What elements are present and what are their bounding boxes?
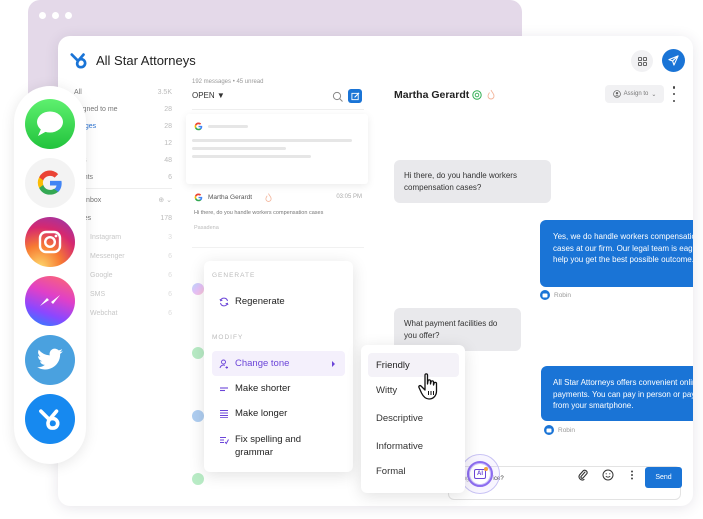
conversation-card-loading[interactable] (186, 114, 368, 184)
smart-inbox-controls[interactable]: ⊕ ⌄ (158, 196, 172, 204)
list-divider (192, 109, 364, 110)
skeleton-line (192, 155, 311, 158)
google-icon (194, 193, 203, 202)
ai-assist-menu: GENERATE Regenerate MODIFY Change tone M… (204, 261, 353, 472)
birdeye-logo-icon (70, 53, 87, 69)
compose-button[interactable] (348, 89, 362, 103)
tone-icon (219, 359, 229, 369)
skeleton-line (208, 125, 248, 128)
send-nav-button[interactable] (662, 49, 685, 72)
submenu-arrow-icon (332, 360, 335, 367)
message-count: 192 messages • 45 unread (192, 79, 264, 85)
contact-name: Martha Gerardt (394, 89, 470, 101)
message-sender: Robin (540, 290, 571, 300)
verified-contact-icon (472, 90, 482, 100)
social-channels-rail (14, 86, 86, 464)
short-text-icon (219, 384, 229, 394)
status-filter-dropdown[interactable]: OPEN ▼ (192, 91, 225, 100)
conversation-location: Pasadena (194, 225, 219, 231)
imessage-channel-icon[interactable] (25, 99, 75, 149)
compose-icon (350, 92, 359, 100)
tone-submenu: Friendly Witty Descriptive Informative F… (361, 345, 465, 493)
message-bubble-incoming: Hi there, do you handle workers compensa… (394, 160, 551, 203)
message-bubble-outgoing: All Star Attorneys offers convenient onl… (541, 366, 693, 421)
flame-icon (265, 193, 272, 202)
more-options-icon[interactable] (671, 86, 677, 102)
sidebar-item-assigned[interactable]: ssigned to me 28 (74, 101, 172, 117)
user-icon (612, 90, 621, 98)
hand-pointer-cursor-icon (418, 373, 438, 400)
sidebar-item-sms[interactable]: SMS 6 (90, 286, 172, 302)
paper-plane-icon (668, 55, 679, 66)
google-channel-icon[interactable] (25, 158, 75, 208)
grid-icon (637, 56, 647, 66)
birdeye-icon (192, 410, 204, 422)
birdeye-channel-icon[interactable] (25, 394, 75, 444)
attachment-icon[interactable] (576, 468, 590, 482)
modify-section-header: MODIFY (212, 334, 244, 341)
change-tone-menu-item[interactable]: Change tone (212, 351, 345, 376)
skeleton-line (192, 139, 352, 142)
google-icon (194, 122, 203, 131)
messenger-icon (192, 283, 204, 295)
fix-spelling-menu-item[interactable]: Fix spelling and grammar (212, 431, 322, 465)
regenerate-menu-item[interactable]: Regenerate (212, 289, 345, 314)
tone-option-formal[interactable]: Formal (368, 459, 459, 483)
chevron-down-icon: ⌄ (651, 91, 657, 98)
search-icon[interactable] (332, 91, 344, 103)
apps-grid-button[interactable] (631, 50, 653, 72)
sidebar-item-payments[interactable]: ments6 (74, 169, 172, 185)
imessage-icon (192, 347, 204, 359)
make-longer-menu-item[interactable]: Make longer (212, 401, 345, 426)
assign-to-dropdown[interactable]: Assign to ⌄ (605, 85, 664, 103)
instagram-channel-icon[interactable] (25, 217, 75, 267)
skeleton-line (192, 147, 286, 150)
ai-icon: AI (474, 467, 488, 479)
sidebar-item-leads[interactable]: ds12 (74, 135, 172, 151)
flame-icon (487, 89, 495, 100)
tone-option-descriptive[interactable]: Descriptive (368, 406, 459, 430)
app-title: All Star Attorneys (96, 53, 196, 68)
sidebar-item-all[interactable]: All 3.5K (74, 84, 172, 100)
emoji-icon[interactable] (601, 468, 615, 482)
assign-to-label: Assign to (623, 91, 649, 97)
make-shorter-menu-item[interactable]: Make shorter (212, 376, 345, 401)
generate-section-header: GENERATE (212, 272, 256, 279)
refresh-icon (219, 297, 229, 307)
bot-avatar-icon (544, 425, 554, 435)
sidebar-item-reviews[interactable]: ews48 (74, 152, 172, 168)
sidebar-item-instagram[interactable]: Instagram 3 (90, 229, 172, 245)
spellcheck-icon (219, 435, 229, 445)
conversation-item[interactable]: Martha Gerardt 03:05 PM Hi there, do you… (192, 186, 364, 248)
send-button[interactable]: Send (645, 467, 682, 488)
sidebar-item-messenger[interactable]: Messenger 6 (90, 248, 172, 264)
composer-more-icon[interactable] (625, 468, 639, 482)
sidebar-item-webchat[interactable]: Webchat 6 (90, 305, 172, 321)
window-controls (39, 12, 72, 19)
ai-assist-halo: AI (460, 454, 500, 494)
ai-assist-button[interactable]: AI (467, 461, 493, 487)
tone-option-informative[interactable]: Informative (368, 434, 459, 458)
sidebar-item-messages[interactable]: ssages28 (74, 118, 172, 134)
sidebar-item-stages[interactable]: tages178 (74, 210, 172, 226)
message-sender: Robin (544, 425, 575, 435)
conversation-time: 03:05 PM (336, 194, 362, 200)
smart-inbox-header[interactable]: art Inbox ⊕ ⌄ (74, 192, 172, 208)
sidebar-item-google[interactable]: Google 6 (90, 267, 172, 283)
conversation-preview: Hi there, do you handle workers compensa… (194, 210, 324, 216)
twitter-channel-icon[interactable] (25, 335, 75, 385)
conversation-name: Martha Gerardt (208, 194, 253, 201)
imessage-icon (192, 473, 204, 485)
bot-avatar-icon (540, 290, 550, 300)
messenger-channel-icon[interactable] (25, 276, 75, 326)
sidebar-divider (74, 188, 172, 189)
long-text-icon (219, 409, 229, 419)
message-bubble-outgoing: Yes, we do handle workers compensation c… (540, 220, 693, 287)
